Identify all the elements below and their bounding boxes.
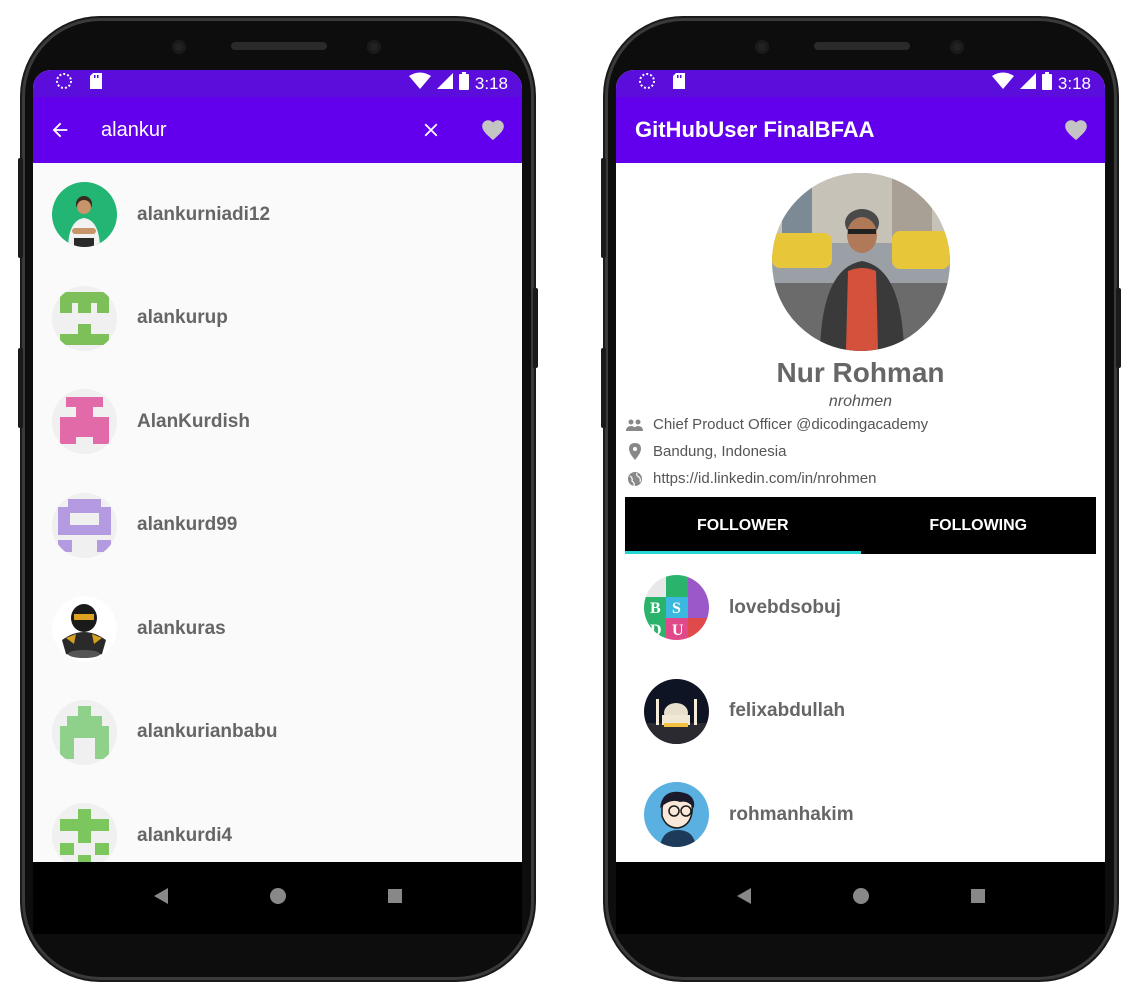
- search-screen: 3:18 alankur alankurniadi12 alankurup Al…: [33, 70, 522, 934]
- user-avatar: [52, 803, 117, 869]
- svg-text:D: D: [650, 622, 662, 639]
- follower-list-item[interactable]: felixabdullah: [616, 660, 1105, 764]
- search-app-bar: alankur: [33, 97, 522, 163]
- blog-link[interactable]: https://id.linkedin.com/in/nrohmen: [653, 470, 876, 487]
- username: alankurniadi12: [137, 203, 271, 225]
- phone-frame-right: 3:18 GitHubUser FinalBFAA Nur Rohman nro…: [601, 18, 1121, 980]
- username: alankurianbabu: [137, 721, 278, 743]
- wifi-icon: [991, 72, 1014, 95]
- detail-app-bar: GitHubUser FinalBFAA: [616, 97, 1105, 163]
- clear-search-icon[interactable]: [420, 119, 442, 141]
- follower-list-item[interactable]: rohmanhakim: [616, 763, 1105, 867]
- wifi-icon: [408, 72, 431, 95]
- user-list-item[interactable]: alankurd99: [33, 474, 522, 578]
- system-nav-bar: [33, 862, 522, 934]
- bixby-button: [601, 348, 606, 428]
- username: AlanKurdish: [137, 410, 250, 432]
- front-sensor: [950, 40, 964, 54]
- username: lovebdsobuj: [729, 596, 841, 618]
- spinner-notification-icon: [638, 72, 656, 95]
- clock: 3:18: [474, 73, 508, 93]
- status-bar: 3:18: [616, 70, 1105, 97]
- power-button: [533, 288, 538, 368]
- username: felixabdullah: [729, 700, 846, 722]
- globe-icon: [626, 470, 643, 487]
- blog-row: https://id.linkedin.com/in/nrohmen: [616, 465, 1105, 492]
- battery-icon: [458, 72, 469, 95]
- follower-list: B S D U lovebdsobuj felixabdullah rohman…: [616, 554, 1105, 867]
- user-list-item[interactable]: alankurup: [33, 267, 522, 371]
- search-result-list: alankurniadi12 alankurup AlanKurdish ala…: [33, 163, 522, 888]
- location-pin-icon: [626, 443, 643, 460]
- speaker-grille: [231, 42, 327, 50]
- user-list-item[interactable]: alankurianbabu: [33, 681, 522, 785]
- clock: 3:18: [1057, 73, 1091, 93]
- user-avatar: [52, 389, 117, 455]
- user-avatar: [52, 492, 117, 558]
- signal-icon: [1019, 72, 1036, 95]
- sdcard-icon: [89, 72, 103, 95]
- sdcard-icon: [672, 72, 686, 95]
- front-camera: [755, 40, 769, 54]
- user-avatar: [52, 285, 117, 351]
- power-button: [1116, 288, 1121, 368]
- username: rohmanhakim: [729, 803, 854, 825]
- svg-text:S: S: [672, 600, 681, 617]
- detail-screen: 3:18 GitHubUser FinalBFAA Nur Rohman nro…: [616, 70, 1105, 934]
- app-title: GitHubUser FinalBFAA: [635, 117, 875, 142]
- user-avatar: B S D U: [644, 575, 709, 641]
- username: alankurd99: [137, 514, 238, 536]
- home-circle-icon[interactable]: [269, 887, 287, 910]
- spinner-notification-icon: [55, 72, 73, 95]
- svg-text:U: U: [672, 622, 684, 639]
- volume-button: [18, 158, 23, 258]
- location-row: Bandung, Indonesia: [616, 438, 1105, 465]
- phone-frame-left: 3:18 alankur alankurniadi12 alankurup Al…: [18, 18, 538, 980]
- recents-square-icon[interactable]: [970, 888, 986, 909]
- company-text: Chief Product Officer @dicodingacademy: [653, 416, 929, 433]
- tab-follower[interactable]: FOLLOWER: [625, 497, 861, 554]
- user-list-item[interactable]: alankurniadi12: [33, 163, 522, 267]
- favorite-heart-icon[interactable]: [1063, 117, 1089, 143]
- user-avatar: [644, 678, 709, 744]
- follower-list-item[interactable]: B S D U lovebdsobuj: [616, 556, 1105, 660]
- username: alankurdi4: [137, 824, 233, 846]
- username: alankurup: [137, 307, 228, 329]
- user-avatar: [52, 596, 117, 662]
- battery-icon: [1041, 72, 1052, 95]
- volume-button: [601, 158, 606, 258]
- back-triangle-icon[interactable]: [153, 887, 169, 910]
- profile-avatar: [771, 173, 950, 351]
- signal-icon: [436, 72, 453, 95]
- user-avatar: [52, 182, 117, 248]
- tab-following[interactable]: FOLLOWING: [861, 497, 1097, 554]
- tab-indicator: [625, 551, 861, 554]
- search-input[interactable]: alankur: [101, 119, 420, 142]
- back-arrow-icon[interactable]: [49, 119, 71, 141]
- front-camera: [172, 40, 186, 54]
- user-list-item[interactable]: AlanKurdish: [33, 370, 522, 474]
- recents-square-icon[interactable]: [387, 888, 403, 909]
- bixby-button: [18, 348, 23, 428]
- user-avatar: [644, 782, 709, 848]
- people-icon: [626, 416, 643, 433]
- profile-name: Nur Rohman: [776, 357, 945, 388]
- user-avatar: [52, 699, 117, 765]
- svg-text:B: B: [650, 600, 661, 617]
- favorite-heart-icon[interactable]: [480, 117, 506, 143]
- system-nav-bar: [616, 862, 1105, 934]
- back-triangle-icon[interactable]: [736, 887, 752, 910]
- username: alankuras: [137, 617, 226, 639]
- profile-login: nrohmen: [828, 393, 893, 410]
- speaker-grille: [814, 42, 910, 50]
- company-row: Chief Product Officer @dicodingacademy: [616, 411, 1105, 438]
- user-list-item[interactable]: alankuras: [33, 577, 522, 681]
- follow-tabs: FOLLOWER FOLLOWING: [625, 497, 1096, 554]
- front-sensor: [367, 40, 381, 54]
- home-circle-icon[interactable]: [852, 887, 870, 910]
- location-text: Bandung, Indonesia: [653, 443, 787, 460]
- status-bar: 3:18: [33, 70, 522, 97]
